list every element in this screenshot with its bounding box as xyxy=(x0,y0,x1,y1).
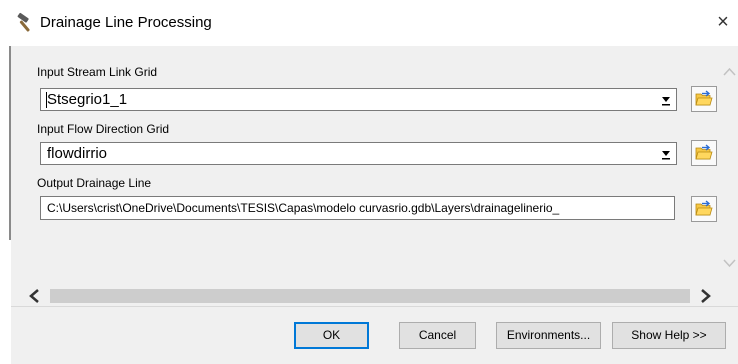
open-folder-icon xyxy=(695,144,713,160)
scroll-left-icon[interactable] xyxy=(25,286,45,306)
scroll-down-icon[interactable] xyxy=(721,254,738,271)
flow-direction-value[interactable]: flowdirrio xyxy=(47,145,107,162)
hammer-icon xyxy=(14,12,36,34)
dialog-window: Drainage Line Processing × Input Stream … xyxy=(0,0,738,364)
ok-button[interactable]: OK xyxy=(294,322,369,349)
flow-direction-combo[interactable]: flowdirrio xyxy=(40,142,677,165)
output-line-browse-button[interactable] xyxy=(691,196,717,222)
cancel-button[interactable]: Cancel xyxy=(399,322,476,349)
chevron-down-icon[interactable] xyxy=(658,145,674,162)
parameters-panel: Input Stream Link Grid Stsegrio1_1 Input… xyxy=(11,46,721,306)
scroll-right-icon[interactable] xyxy=(695,286,715,306)
title-bar[interactable]: Drainage Line Processing × xyxy=(0,0,738,46)
environments-button[interactable]: Environments... xyxy=(496,322,601,349)
flow-direction-label: Input Flow Direction Grid xyxy=(37,122,170,136)
window-title: Drainage Line Processing xyxy=(40,14,212,31)
open-folder-icon xyxy=(695,90,713,106)
output-line-input[interactable]: C:\Users\crist\OneDrive\Documents\TESIS\… xyxy=(40,196,675,220)
scroll-up-icon[interactable] xyxy=(721,64,738,81)
open-folder-icon xyxy=(695,200,713,216)
stream-link-label: Input Stream Link Grid xyxy=(37,65,158,79)
show-help-button[interactable]: Show Help >> xyxy=(612,322,726,349)
stream-link-value[interactable]: Stsegrio1_1 xyxy=(47,91,127,108)
dialog-footer: OK Cancel Environments... Show Help >> xyxy=(11,306,738,364)
stream-link-combo[interactable]: Stsegrio1_1 xyxy=(40,88,677,111)
scroll-thumb[interactable] xyxy=(50,289,690,303)
stream-link-browse-button[interactable] xyxy=(691,86,717,112)
flow-direction-browse-button[interactable] xyxy=(691,140,717,166)
chevron-down-icon[interactable] xyxy=(658,91,674,108)
horizontal-scrollbar[interactable] xyxy=(25,286,715,306)
output-line-value[interactable]: C:\Users\crist\OneDrive\Documents\TESIS\… xyxy=(47,201,559,215)
vertical-scrollbar[interactable] xyxy=(721,46,738,306)
output-line-label: Output Drainage Line xyxy=(37,176,152,190)
close-icon[interactable]: × xyxy=(712,10,734,34)
